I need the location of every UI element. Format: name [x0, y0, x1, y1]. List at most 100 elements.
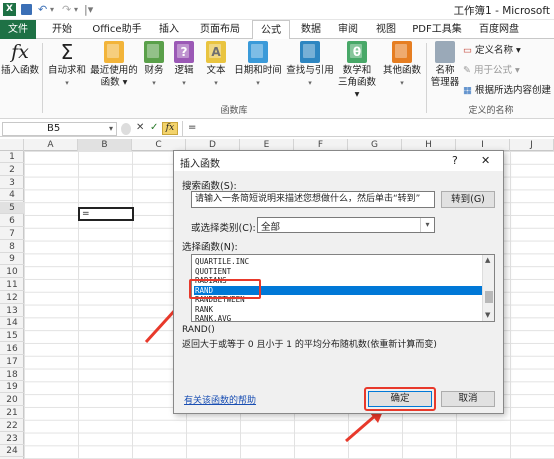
- scroll-up-icon[interactable]: ▲: [485, 256, 490, 264]
- list-item[interactable]: RANK.AVG: [194, 314, 484, 321]
- row-header[interactable]: 17: [0, 356, 24, 368]
- column-header[interactable]: J: [510, 139, 554, 151]
- text-button[interactable]: A 文本 ▾: [202, 41, 230, 89]
- name-box-dropdown-icon[interactable]: ▾: [109, 123, 113, 135]
- select-function-label: 选择函数(N):: [182, 242, 238, 253]
- row-header[interactable]: 22: [0, 420, 24, 432]
- tab-office-helper[interactable]: Office助手: [86, 20, 148, 39]
- search-function-input[interactable]: 请输入一条简短说明来描述您想做什么，然后单击“转到”: [191, 191, 435, 208]
- row-header[interactable]: 10: [0, 266, 24, 279]
- chevron-down-icon[interactable]: ▾: [420, 218, 434, 232]
- recent-label-1: 最近使用的: [90, 65, 138, 76]
- row-header[interactable]: 13: [0, 305, 24, 317]
- other-functions-button[interactable]: 其他函数 ▾: [380, 41, 424, 89]
- column-header[interactable]: B: [78, 139, 132, 151]
- select-all-corner[interactable]: [0, 139, 24, 151]
- scroll-down-icon[interactable]: ▼: [485, 311, 490, 319]
- tab-view[interactable]: 视图: [370, 20, 402, 39]
- define-name-icon: ▭: [463, 45, 472, 56]
- recent-label-2: 函数: [100, 77, 120, 88]
- active-cell[interactable]: =: [78, 207, 134, 221]
- tab-insert[interactable]: 插入: [152, 20, 186, 39]
- recent-functions-button[interactable]: 最近使用的 函数 ▾: [88, 41, 140, 89]
- undo-icon[interactable]: ↶: [38, 3, 47, 17]
- name-manager-label-1: 名称: [435, 65, 455, 76]
- name-box[interactable]: B5 ▾: [2, 122, 117, 136]
- datetime-label: 日期和时间: [234, 65, 282, 76]
- row-header[interactable]: 5: [0, 202, 24, 215]
- ribbon-formulas: fx 插入函数 Σ 自动求和 ▾ 最近使用的 函数 ▾ 财务 ▾ ? 逻辑 ▾ …: [0, 39, 554, 119]
- row-header[interactable]: 14: [0, 317, 24, 330]
- enter-icon[interactable]: ✓: [150, 122, 158, 133]
- row-header[interactable]: 6: [0, 215, 24, 227]
- ok-button[interactable]: 确定: [368, 391, 432, 407]
- list-item[interactable]: RANK: [194, 305, 484, 315]
- insert-function-button[interactable]: fx 插入函数: [0, 41, 40, 77]
- list-item[interactable]: QUARTILE.INC: [194, 257, 484, 267]
- dialog-title-bar[interactable]: 插入函数 ? ✕: [174, 151, 503, 171]
- customize-qat-icon[interactable]: |▾: [84, 3, 93, 17]
- create-from-selection-button[interactable]: ▦ 根据所选内容创建: [463, 85, 551, 97]
- category-select[interactable]: 全部 ▾: [257, 217, 435, 233]
- row-header[interactable]: 20: [0, 394, 24, 407]
- formula-bar-handle-icon[interactable]: [121, 123, 131, 135]
- row-header[interactable]: 1: [0, 151, 24, 163]
- tab-baidu-disk[interactable]: 百度网盘: [472, 20, 526, 39]
- help-link[interactable]: 有关该函数的帮助: [184, 393, 256, 406]
- logical-label: 逻辑: [174, 65, 194, 76]
- title-bar: X ↶ ▾ ↷ ▾ |▾ 工作簿1 - Microsoft: [0, 0, 554, 20]
- row-header[interactable]: 16: [0, 343, 24, 355]
- ribbon-tabs: 文件 开始 Office助手 插入 页面布局 公式 数据 审阅 视图 PDF工具…: [0, 20, 554, 40]
- cancel-button[interactable]: 取消: [441, 391, 495, 407]
- row-header[interactable]: 3: [0, 177, 24, 189]
- tab-home[interactable]: 开始: [44, 20, 80, 39]
- row-header[interactable]: 18: [0, 369, 24, 381]
- list-scrollbar[interactable]: ▲ ▼: [482, 255, 494, 321]
- row-header[interactable]: 2: [0, 164, 24, 176]
- row-header[interactable]: 15: [0, 330, 24, 343]
- define-name-button[interactable]: ▭ 定义名称 ▾: [463, 45, 521, 57]
- autosum-button[interactable]: Σ 自动求和 ▾: [46, 41, 88, 89]
- list-item[interactable]: QUOTIENT: [194, 267, 484, 277]
- go-button[interactable]: 转到(G): [441, 191, 495, 208]
- close-icon[interactable]: ✕: [481, 154, 490, 167]
- use-in-formula-button[interactable]: ✎ 用于公式 ▾: [463, 65, 520, 77]
- tab-file[interactable]: 文件: [0, 20, 36, 39]
- row-header[interactable]: 4: [0, 189, 24, 202]
- row-header[interactable]: 12: [0, 292, 24, 304]
- tab-review[interactable]: 审阅: [332, 20, 364, 39]
- name-manager-button[interactable]: 名称 管理器: [428, 41, 462, 89]
- text-book-icon: A: [206, 41, 226, 63]
- row-header[interactable]: 21: [0, 407, 24, 419]
- redo-icon[interactable]: ↷: [62, 3, 71, 17]
- formula-bar: B5 ▾ ✕ ✓ fx =: [0, 121, 554, 137]
- lookup-button[interactable]: 查找与引用 ▾: [284, 41, 336, 89]
- row-header[interactable]: 7: [0, 228, 24, 240]
- undo-dropdown-icon[interactable]: ▾: [50, 3, 54, 17]
- redo-dropdown-icon[interactable]: ▾: [74, 3, 78, 17]
- row-header[interactable]: 24: [0, 445, 24, 458]
- tab-data[interactable]: 数据: [294, 20, 328, 39]
- row-header[interactable]: 8: [0, 241, 24, 253]
- row-header[interactable]: 11: [0, 279, 24, 291]
- insert-function-fx-icon[interactable]: fx: [162, 122, 178, 135]
- tab-page-layout[interactable]: 页面布局: [194, 20, 246, 39]
- tab-formulas[interactable]: 公式: [252, 20, 290, 40]
- datetime-button[interactable]: 日期和时间 ▾: [233, 41, 283, 89]
- formula-content[interactable]: =: [188, 122, 196, 133]
- recent-book-icon: [104, 41, 124, 63]
- finance-button[interactable]: 财务 ▾: [140, 41, 168, 89]
- cancel-icon[interactable]: ✕: [136, 122, 144, 133]
- tab-pdf-tools[interactable]: PDF工具集: [408, 20, 466, 39]
- row-header[interactable]: 19: [0, 381, 24, 394]
- column-header[interactable]: A: [24, 139, 78, 151]
- scroll-thumb[interactable]: [485, 291, 493, 303]
- help-icon[interactable]: ?: [452, 154, 458, 167]
- name-box-value: B5: [47, 123, 61, 134]
- dialog-title: 插入函数: [180, 159, 220, 170]
- logical-button[interactable]: ? 逻辑 ▾: [170, 41, 198, 89]
- math-button[interactable]: θ 数学和 三角函数 ▾: [337, 41, 377, 101]
- row-header[interactable]: 23: [0, 433, 24, 445]
- save-icon[interactable]: [21, 4, 32, 15]
- row-header[interactable]: 9: [0, 253, 24, 266]
